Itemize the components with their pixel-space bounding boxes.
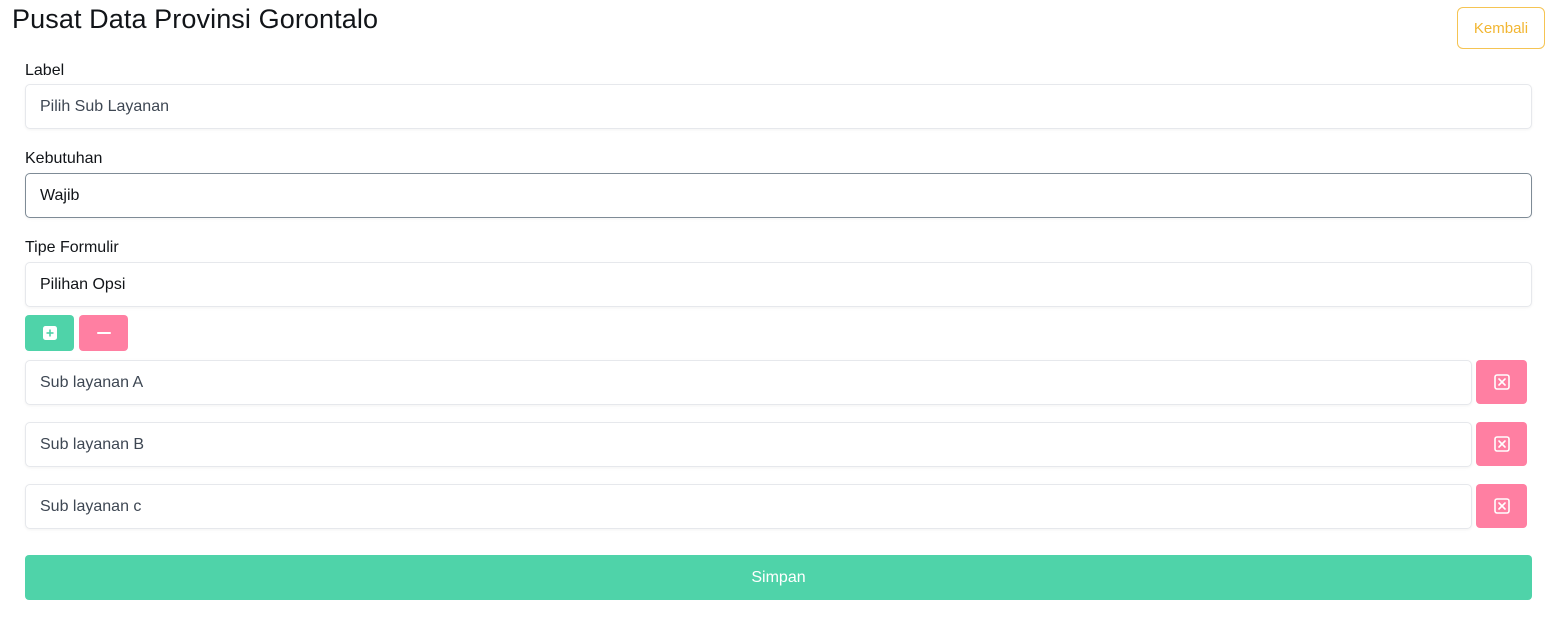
plus-square-icon [42,326,57,340]
page: Pusat Data Provinsi Gorontalo Kembali La… [0,0,1554,618]
page-title: Pusat Data Provinsi Gorontalo [12,4,379,34]
remove-option-button[interactable] [79,315,128,351]
remove-option-3-button[interactable] [1476,484,1527,528]
form-type-field-label: Tipe Formulir [25,239,119,256]
requirement-select-value: Wajib [40,186,80,204]
close-square-icon [1493,374,1510,390]
option-input-value: Sub layanan c [40,497,142,515]
save-button[interactable]: Simpan [25,555,1532,600]
label-select[interactable]: Pilih Sub Layanan [25,84,1532,129]
form-type-select[interactable]: Pilihan Opsi [25,262,1532,307]
remove-option-2-button[interactable] [1476,422,1527,466]
close-square-icon [1493,436,1510,452]
requirement-select[interactable]: Wajib [25,173,1532,218]
option-input-1[interactable]: Sub layanan A [25,360,1472,405]
option-input-2[interactable]: Sub layanan B [25,422,1472,467]
label-field-label: Label [25,62,65,79]
add-option-button[interactable] [25,315,74,351]
back-button[interactable]: Kembali [1457,7,1545,49]
requirement-field-label: Kebutuhan [25,150,103,167]
minus-icon [96,332,111,334]
option-input-value: Sub layanan A [40,373,144,391]
option-input-value: Sub layanan B [40,435,145,453]
option-input-3[interactable]: Sub layanan c [25,484,1472,529]
form-type-select-value: Pilihan Opsi [40,275,126,293]
remove-option-1-button[interactable] [1476,360,1527,404]
close-square-icon [1493,498,1510,514]
label-select-value: Pilih Sub Layanan [40,97,169,115]
